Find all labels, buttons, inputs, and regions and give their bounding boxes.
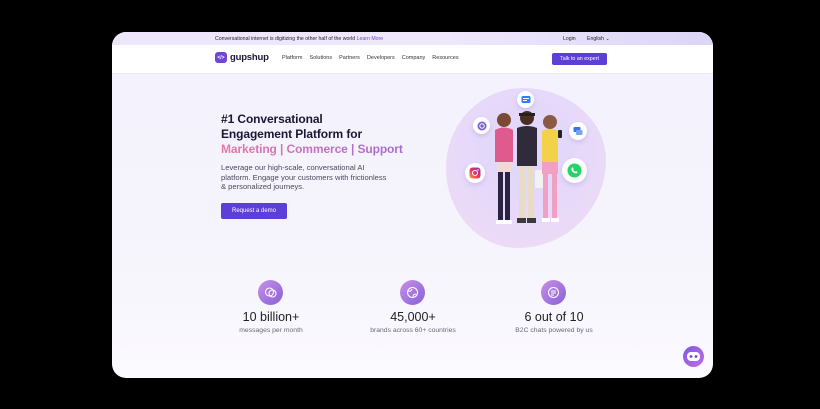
browser-page: Conversational internet is digitizing th…: [112, 32, 713, 378]
people-illustration: [495, 111, 562, 224]
viber-icon: [473, 117, 490, 134]
menu-item-partners[interactable]: Partners: [339, 55, 360, 61]
announcement-bar: Conversational internet is digitizing th…: [112, 32, 713, 45]
stat-label: messages per month: [239, 327, 303, 334]
chatbot-launcher[interactable]: [683, 346, 704, 367]
menu-item-solutions[interactable]: Solutions: [309, 55, 332, 61]
whatsapp-icon: [562, 158, 587, 183]
menu-item-platform[interactable]: Platform: [282, 55, 302, 61]
hero-subtitle: Leverage our high-scale, conversational …: [221, 163, 387, 191]
request-demo-button[interactable]: Request a demo: [221, 203, 287, 219]
bot-icon: [687, 352, 700, 361]
menu-item-developers[interactable]: Developers: [367, 55, 395, 61]
gupshup-logo[interactable]: </> gupshup: [215, 52, 269, 63]
menu-item-resources[interactable]: Resources: [432, 55, 458, 61]
messages-icon: [517, 91, 534, 108]
chat-bubbles-icon: [258, 280, 283, 305]
instagram-icon: [465, 163, 485, 183]
language-label: English: [587, 35, 605, 42]
main-menu: Platform Solutions Partners Developers C…: [282, 55, 459, 61]
announcement-message: Conversational internet is digitizing th…: [215, 35, 384, 42]
top-navigation: </> gupshup Platform Solutions Partners …: [112, 45, 713, 74]
hero-title-line3: Marketing | Commerce | Support: [221, 142, 403, 156]
stat-label: brands across 60+ countries: [370, 327, 456, 334]
globe-icon: [400, 280, 425, 305]
stat-value: 6 out of 10: [524, 310, 584, 324]
chat-icon: [569, 122, 587, 140]
stat-value: 45,000+: [390, 310, 436, 324]
language-selector[interactable]: English ⌄: [587, 36, 610, 42]
document-icon: [541, 280, 566, 305]
stat-value: 10 billion+: [242, 310, 300, 324]
logo-text: gupshup: [230, 52, 269, 63]
hero-title: #1 Conversational Engagement Platform fo…: [221, 112, 403, 157]
login-link[interactable]: Login: [563, 36, 576, 42]
menu-item-company[interactable]: Company: [402, 55, 426, 61]
hero-title-line1: #1 Conversational: [221, 112, 323, 126]
talk-to-expert-button[interactable]: Talk to an expert: [552, 53, 607, 65]
hero-title-line2: Engagement Platform for: [221, 127, 363, 141]
stat-label: B2C chats powered by us: [515, 327, 593, 334]
chevron-down-icon: ⌄: [605, 35, 610, 42]
logo-mark-icon: </>: [215, 52, 227, 63]
learn-more-link[interactable]: Learn More: [357, 36, 384, 42]
